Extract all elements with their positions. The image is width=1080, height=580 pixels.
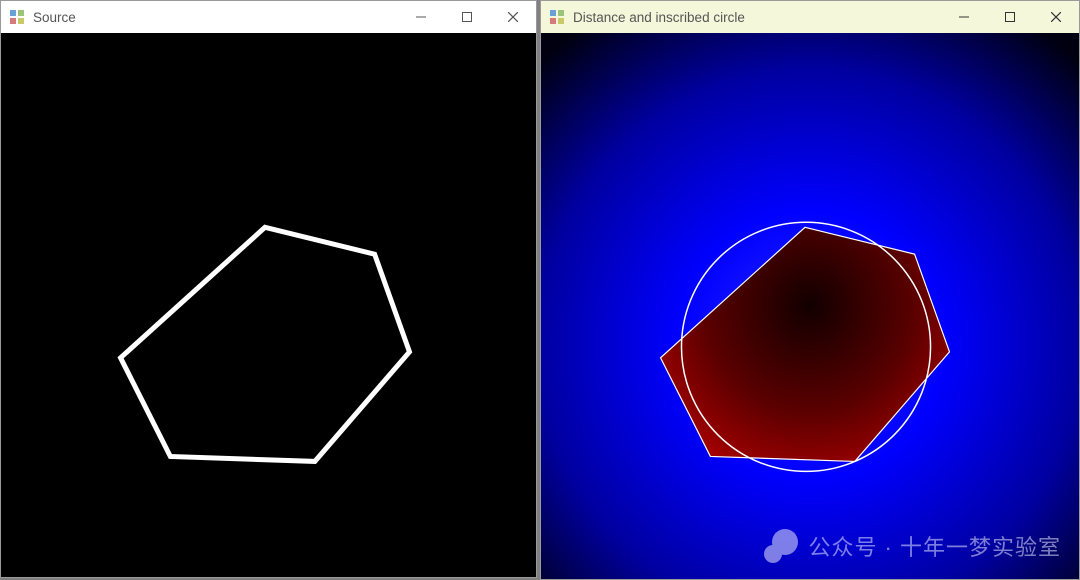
minimize-icon [416,10,426,25]
close-icon [1051,10,1061,25]
minimize-icon [959,10,969,25]
maximize-icon [1005,10,1015,25]
close-button[interactable] [1033,1,1079,33]
window-title: Source [33,10,76,25]
watermark: 公众号 · 十年一梦实验室 [764,529,1061,563]
client-area-distance: 公众号 · 十年一梦实验室 [541,33,1079,579]
distance-canvas [541,33,1079,579]
app-icon [549,9,565,25]
window-title: Distance and inscribed circle [573,10,745,25]
close-icon [508,10,518,25]
watermark-text: 公众号 · 十年一梦实验室 [808,530,1061,562]
client-area-source [1,33,536,577]
close-button[interactable] [490,1,536,33]
desktop: Source [0,0,1080,580]
titlebar-distance[interactable]: Distance and inscribed circle [541,1,1079,33]
maximize-icon [462,10,472,25]
minimize-button[interactable] [398,1,444,33]
source-canvas [1,33,536,577]
wechat-icon [764,529,798,563]
maximize-button[interactable] [444,1,490,33]
titlebar-source[interactable]: Source [1,1,536,33]
window-distance: Distance and inscribed circle [540,0,1080,580]
minimize-button[interactable] [941,1,987,33]
app-icon [9,9,25,25]
maximize-button[interactable] [987,1,1033,33]
window-source: Source [0,0,537,578]
